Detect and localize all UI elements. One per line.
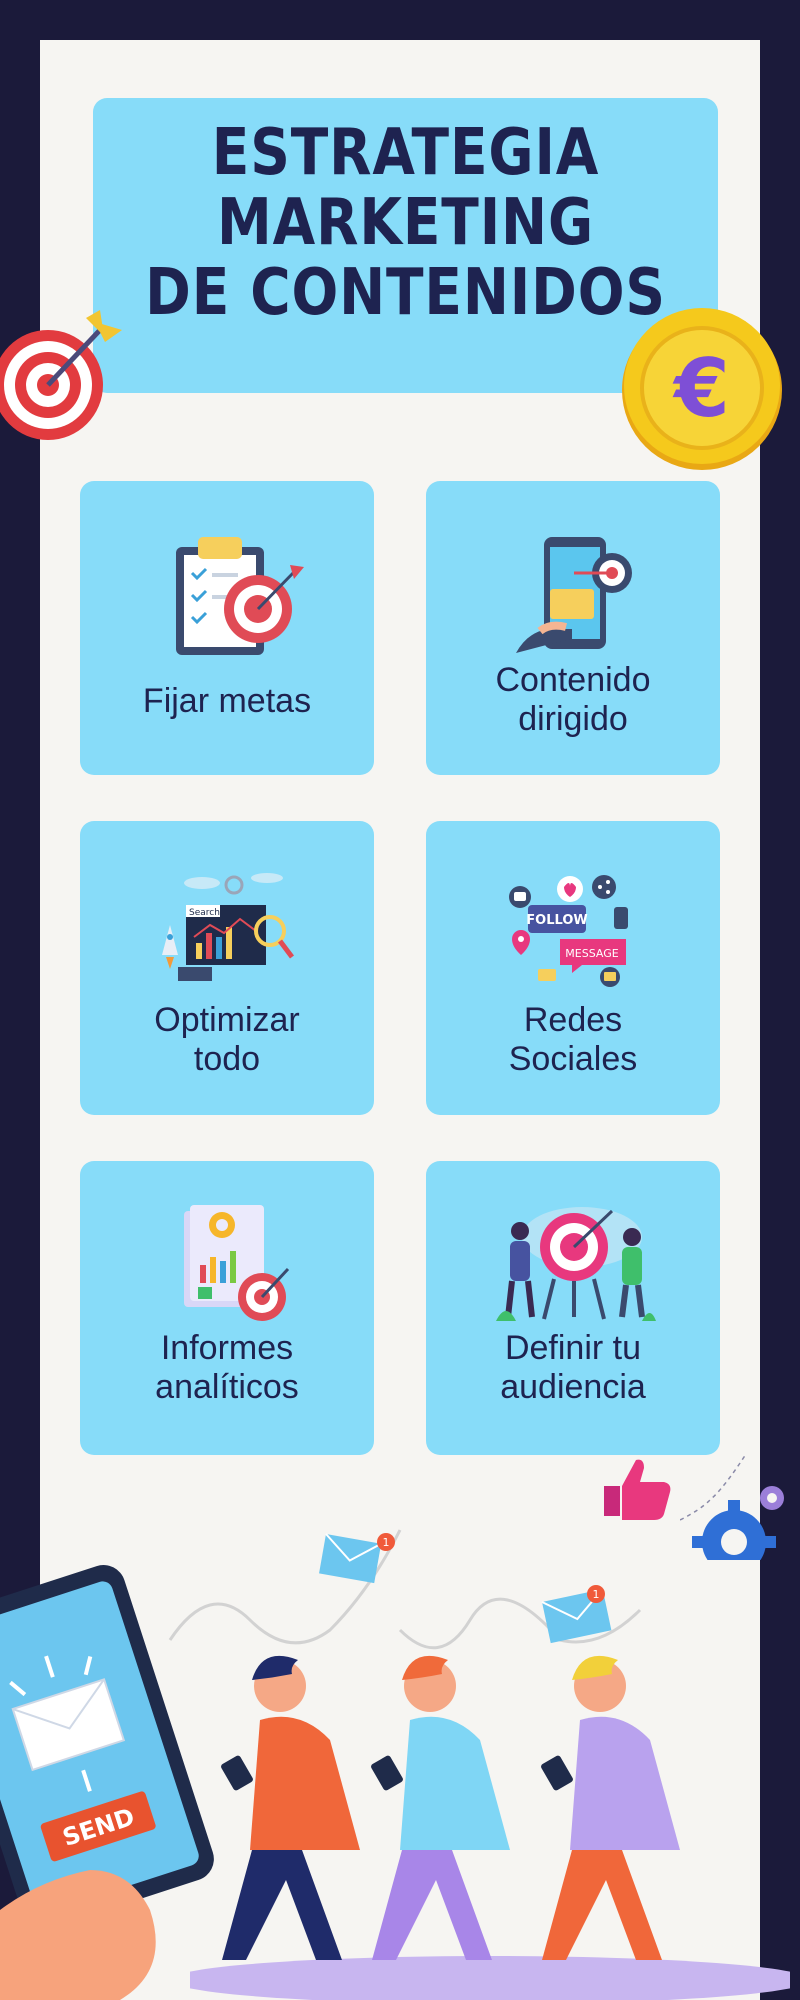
euro-coin-icon: € <box>622 308 782 470</box>
card-label-line-1: Definir tu <box>504 1329 642 1367</box>
card-label: Fijar metas <box>80 682 374 721</box>
svg-text:Search: Search <box>189 908 220 918</box>
card-redes-sociales: FOLLOW MESSAGE Redes Sociales <box>426 821 720 1115</box>
card-informes-analiticos: Informes analíticos <box>80 1161 374 1455</box>
phone-target-icon <box>516 537 632 653</box>
card-definir-audiencia: Definir tu audiencia <box>426 1161 720 1455</box>
card-label-line-2: todo <box>193 1040 261 1078</box>
card-label: Optimizar todo <box>80 1001 374 1079</box>
card-optimizar-todo: Search Optimizar todo <box>80 821 374 1115</box>
clipboard-target-icon <box>176 537 304 655</box>
people-walking-illustration <box>190 1655 790 2000</box>
card-label: Informes analíticos <box>80 1329 374 1407</box>
svg-text:1: 1 <box>383 1536 390 1549</box>
card-label-line-1: Optimizar <box>154 1001 300 1039</box>
card-label: Contenido dirigido <box>426 661 720 739</box>
card-label-line-2: dirigido <box>518 700 628 738</box>
social-media-icon: FOLLOW MESSAGE <box>509 875 628 987</box>
page-title: ESTRATEGIA MARKETING DE CONTENIDOS <box>137 118 675 328</box>
card-label-line-2: analíticos <box>155 1368 299 1406</box>
thumbs-up-icon <box>604 1459 671 1520</box>
card-label-line-1: Redes <box>523 1001 623 1039</box>
title-line-2: MARKETING <box>216 186 595 260</box>
report-chart-icon <box>184 1205 290 1321</box>
card-label: Definir tu audiencia <box>426 1329 720 1407</box>
gears-icon <box>680 1453 784 1560</box>
seo-search-chart-icon: Search <box>162 873 294 981</box>
card-label-line-1: Fijar metas <box>142 682 312 720</box>
card-label-line-1: Informes <box>160 1329 294 1367</box>
svg-text:1: 1 <box>593 1588 600 1601</box>
title-line-3: DE CONTENIDOS <box>145 256 666 330</box>
card-label-line-1: Contenido <box>495 661 651 699</box>
card-fijar-metas: Fijar metas <box>80 481 374 775</box>
card-label: Redes Sociales <box>426 1001 720 1079</box>
dartboard-icon <box>0 310 122 440</box>
svg-text:MESSAGE: MESSAGE <box>565 947 618 960</box>
title-line-1: ESTRATEGIA <box>211 116 600 190</box>
svg-text:€: € <box>672 342 730 435</box>
card-contenido-dirigido: Contenido dirigido <box>426 481 720 775</box>
card-label-line-2: audiencia <box>500 1368 646 1406</box>
audience-target-icon <box>496 1207 656 1321</box>
card-label-line-2: Sociales <box>508 1040 638 1078</box>
svg-text:FOLLOW: FOLLOW <box>526 913 587 928</box>
